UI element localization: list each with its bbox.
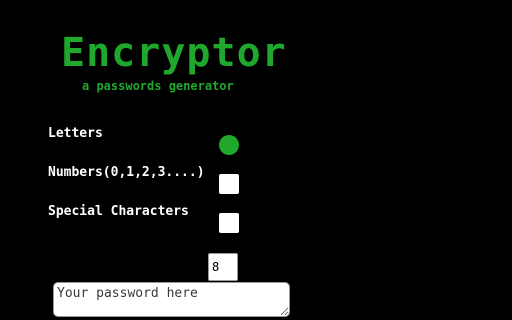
special-characters-checkbox[interactable] — [219, 213, 239, 233]
numbers-label: Numbers(0,1,2,3....) — [48, 165, 205, 180]
app-title: Encryptor — [61, 30, 287, 76]
password-length-input[interactable] — [208, 253, 238, 281]
letters-radio[interactable] — [219, 135, 239, 155]
special-characters-label: Special Characters — [48, 204, 189, 219]
numbers-checkbox[interactable] — [219, 174, 239, 194]
letters-label: Letters — [48, 126, 103, 141]
app-subtitle: a passwords generator — [82, 79, 234, 93]
password-output-field[interactable] — [53, 282, 290, 317]
